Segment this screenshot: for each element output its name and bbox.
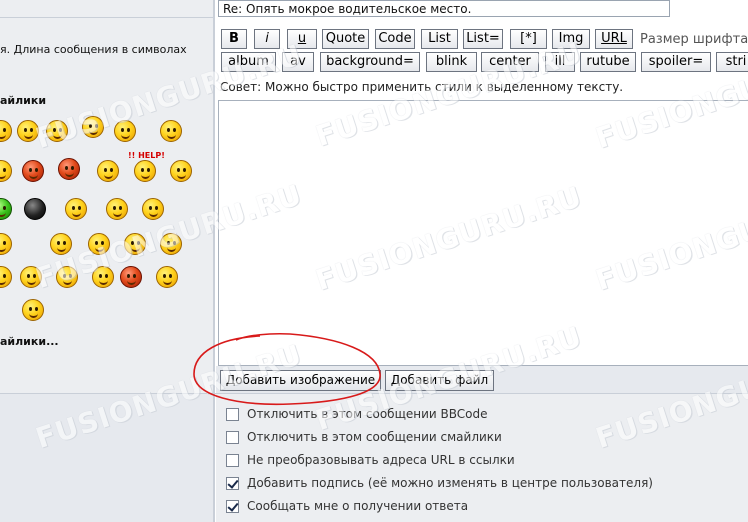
- row-divider: [0, 17, 214, 18]
- center-button[interactable]: center: [481, 52, 539, 72]
- quote-button[interactable]: Quote: [322, 29, 369, 49]
- smiley-icon[interactable]: [20, 266, 42, 288]
- smiley-icon[interactable]: [114, 120, 136, 142]
- av-button[interactable]: av: [282, 52, 314, 72]
- smiley-icon[interactable]: [156, 266, 178, 288]
- blink-button[interactable]: blink: [426, 52, 477, 72]
- smiley-icon[interactable]: [124, 233, 146, 255]
- notify-reply-label: Сообщать мне о получении ответа: [247, 499, 469, 513]
- smiley-icon[interactable]: [82, 116, 104, 138]
- disable-bbcode-checkbox[interactable]: [226, 407, 239, 421]
- devil-smiley-icon[interactable]: [58, 158, 80, 180]
- smiley-icon[interactable]: [22, 299, 44, 321]
- attach-signature-label: Добавить подпись (её можно изменять в це…: [247, 476, 653, 490]
- disable-bbcode-option[interactable]: Отключить в этом сообщении BBCode: [226, 406, 488, 422]
- code-button[interactable]: Code: [375, 29, 415, 49]
- list-item-button[interactable]: [*]: [510, 29, 547, 49]
- disable-magic-url-checkbox[interactable]: [226, 453, 239, 467]
- background-button[interactable]: background=: [320, 52, 420, 72]
- italic-button[interactable]: i: [254, 29, 280, 49]
- smiley-icon[interactable]: [17, 120, 39, 142]
- ill-button[interactable]: ill: [545, 52, 575, 72]
- disable-smilies-label: Отключить в этом сообщении смайлики: [247, 430, 502, 444]
- notify-reply-checkbox[interactable]: [226, 499, 239, 513]
- smiley-icon[interactable]: [160, 120, 182, 142]
- smiley-icon[interactable]: [56, 266, 78, 288]
- column-divider: [213, 0, 215, 522]
- disable-smilies-checkbox[interactable]: [226, 430, 239, 444]
- smiley-icon[interactable]: [65, 198, 87, 220]
- attach-signature-option[interactable]: Добавить подпись (её можно изменять в це…: [226, 475, 653, 491]
- pirate-smiley-icon[interactable]: [120, 266, 142, 288]
- img-button[interactable]: Img: [552, 29, 590, 49]
- left-options-panel: [0, 393, 214, 522]
- smiley-icon[interactable]: [46, 120, 68, 142]
- disable-smilies-option[interactable]: Отключить в этом сообщении смайлики: [226, 429, 502, 445]
- subject-input[interactable]: [218, 0, 670, 17]
- smiley-icon[interactable]: [50, 233, 72, 255]
- attach-signature-checkbox[interactable]: [226, 476, 239, 490]
- font-size-label: Размер шрифта:: [640, 32, 748, 47]
- underline-button[interactable]: u: [287, 29, 317, 49]
- disable-magic-url-option[interactable]: Не преобразовывать адреса URL в ссылки: [226, 452, 515, 468]
- add-image-button[interactable]: Добавить изображение: [220, 370, 381, 391]
- smiley-icon[interactable]: [142, 198, 164, 220]
- smilies-heading: айлики: [0, 94, 47, 107]
- add-file-button[interactable]: Добавить файл: [385, 370, 494, 391]
- angry-smiley-icon[interactable]: [22, 160, 44, 182]
- bold-button[interactable]: B: [221, 29, 247, 49]
- help-smiley-label: !! HELP!: [128, 151, 165, 160]
- list-button[interactable]: List: [421, 29, 458, 49]
- help-smiley-icon[interactable]: [134, 160, 156, 182]
- list-numbered-button[interactable]: List=: [463, 29, 503, 49]
- notify-reply-option[interactable]: Сообщать мне о получении ответа: [226, 498, 468, 514]
- bomb-icon[interactable]: [24, 198, 46, 220]
- smiley-icon[interactable]: [92, 266, 114, 288]
- formatting-tip: Совет: Можно быстро применить стили к вы…: [220, 80, 624, 94]
- spoiler-button[interactable]: spoiler=: [641, 52, 711, 72]
- album-button[interactable]: album: [221, 52, 276, 72]
- disable-bbcode-label: Отключить в этом сообщении BBCode: [247, 407, 488, 421]
- message-length-note: я. Длина сообщения в символах: [0, 43, 187, 56]
- smiley-icon[interactable]: [106, 198, 128, 220]
- smiley-icon[interactable]: [97, 160, 119, 182]
- smiley-icon[interactable]: [170, 160, 192, 182]
- message-textarea[interactable]: [218, 100, 748, 366]
- strike-button[interactable]: stri: [716, 52, 748, 72]
- url-button[interactable]: URL: [595, 29, 633, 49]
- smiley-icon[interactable]: [160, 233, 182, 255]
- disable-magic-url-label: Не преобразовывать адреса URL в ссылки: [247, 453, 515, 467]
- smiley-icon[interactable]: [88, 233, 110, 255]
- rutube-button[interactable]: rutube: [580, 52, 636, 72]
- more-smilies-link[interactable]: айлики...: [0, 335, 59, 348]
